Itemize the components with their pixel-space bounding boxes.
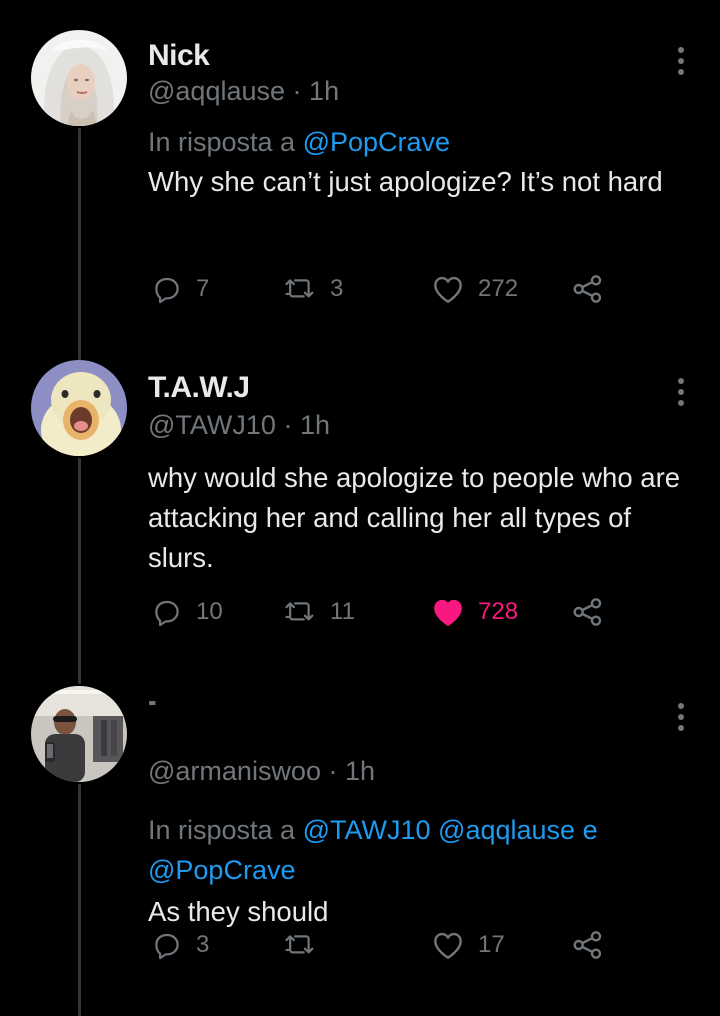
platinum-hair-avatar-image	[31, 30, 127, 126]
display-name[interactable]: T.A.W.J	[148, 370, 684, 406]
retweet-count: 3	[330, 275, 344, 302]
separator: ·	[328, 756, 338, 786]
retweet-button[interactable]: 3	[284, 269, 343, 309]
tweet-text: Why she can’t just apologize? It’s not h…	[148, 166, 663, 197]
share-button[interactable]	[572, 269, 604, 309]
like-icon	[432, 930, 464, 960]
separator: ·	[283, 410, 293, 440]
like-button[interactable]: 272	[432, 269, 518, 309]
reply-button[interactable]: 7	[152, 269, 209, 309]
retweet-icon	[284, 930, 316, 960]
replying-prefix: In risposta a	[148, 127, 296, 157]
tweet[interactable]: ⁼ @armaniswoo · 1h In risposta a @TAWJ10…	[0, 670, 720, 1016]
handle[interactable]: @armaniswoo	[148, 756, 321, 786]
timestamp[interactable]: 1h	[309, 76, 339, 106]
share-button[interactable]	[572, 925, 604, 965]
mention-joiner: e	[582, 815, 598, 845]
display-name[interactable]: ⁼	[148, 694, 684, 720]
replying-to: In risposta a @PopCrave	[148, 122, 684, 162]
reply-count: 3	[196, 931, 210, 958]
avatar[interactable]	[31, 686, 127, 782]
handle[interactable]: @aqqlause	[148, 76, 285, 106]
more-icon[interactable]	[676, 46, 686, 76]
tweet[interactable]: T.A.W.J @TAWJ10 · 1h why would she apolo…	[0, 340, 720, 670]
retweet-icon	[284, 597, 316, 627]
share-button[interactable]	[572, 592, 604, 632]
reply-count: 7	[196, 275, 210, 302]
reply-icon	[152, 930, 182, 960]
reply-count: 10	[196, 598, 223, 625]
retweet-count: 11	[330, 598, 355, 625]
share-icon	[572, 930, 604, 960]
reply-icon	[152, 597, 182, 627]
share-icon	[572, 274, 604, 304]
handle-time: @TAWJ10 · 1h	[148, 408, 684, 442]
action-bar: 3 17	[148, 925, 618, 965]
more-icon[interactable]	[676, 702, 686, 732]
avatar[interactable]	[31, 30, 127, 126]
avatar[interactable]	[31, 360, 127, 456]
retweet-button[interactable]	[284, 925, 330, 965]
replying-to: In risposta a @TAWJ10 @aqqlause e @PopCr…	[148, 810, 684, 890]
retweet-icon	[284, 274, 316, 304]
like-count: 728	[478, 598, 519, 625]
handle-time: @aqqlause · 1h	[148, 74, 684, 108]
mention-link[interactable]: @TAWJ10	[303, 815, 431, 845]
timestamp[interactable]: 1h	[300, 410, 330, 440]
mention-link[interactable]: @PopCrave	[303, 127, 450, 157]
mirror-selfie-avatar-image	[31, 686, 127, 782]
like-count: 17	[478, 931, 505, 958]
reply-icon	[152, 274, 182, 304]
more-icon[interactable]	[676, 377, 686, 407]
tweet[interactable]: Nick @aqqlause · 1h In risposta a @PopCr…	[0, 0, 720, 340]
reply-button[interactable]: 10	[152, 592, 223, 632]
reply-button[interactable]: 3	[152, 925, 209, 965]
share-icon	[572, 597, 604, 627]
like-icon	[432, 274, 464, 304]
like-button[interactable]: 728	[432, 592, 518, 632]
separator: ·	[292, 76, 302, 106]
mention-link[interactable]: @aqqlause	[438, 815, 575, 845]
like-count: 272	[478, 275, 519, 302]
duck-avatar-image	[31, 360, 127, 456]
action-bar: 7 3 272	[148, 269, 618, 309]
handle[interactable]: @TAWJ10	[148, 410, 276, 440]
timestamp[interactable]: 1h	[345, 756, 375, 786]
replying-prefix: In risposta a	[148, 815, 296, 845]
action-bar: 10 11 728	[148, 592, 618, 632]
like-icon	[432, 597, 464, 627]
like-button[interactable]: 17	[432, 925, 505, 965]
tweet-text: why would she apologize to people who ar…	[148, 462, 681, 573]
mention-link[interactable]: @PopCrave	[148, 855, 295, 885]
display-name[interactable]: Nick	[148, 38, 684, 74]
retweet-button[interactable]: 11	[284, 592, 355, 632]
handle-time: @armaniswoo · 1h	[148, 754, 684, 788]
